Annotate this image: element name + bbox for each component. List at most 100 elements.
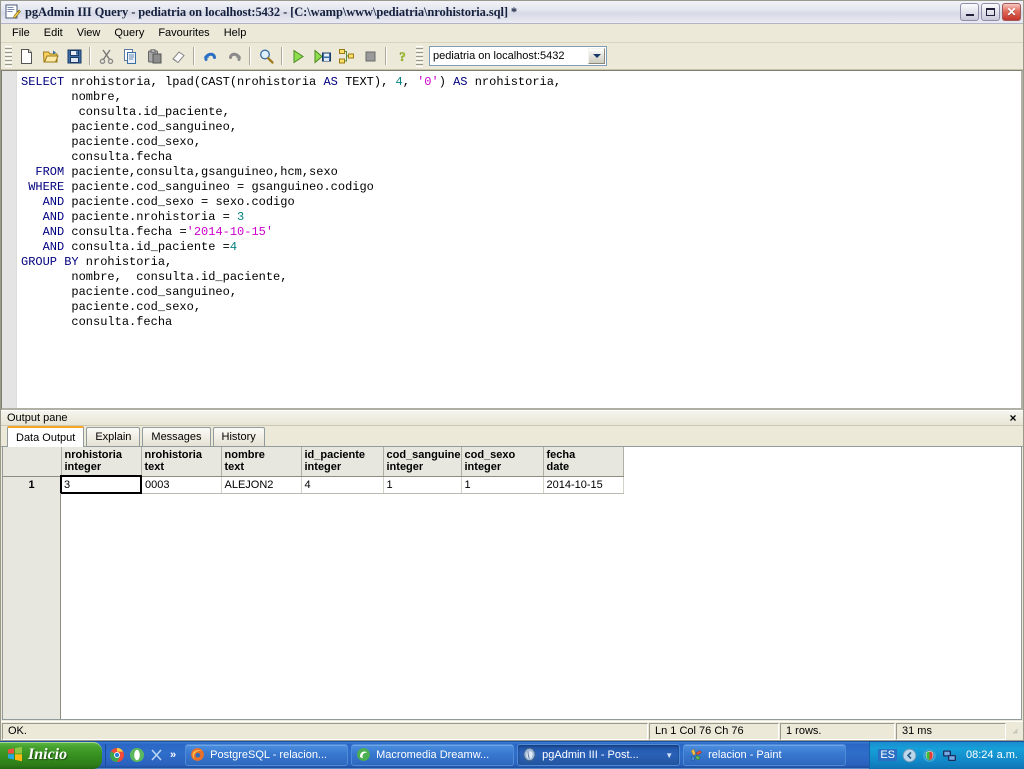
resize-grip[interactable]: [1007, 723, 1023, 740]
window-controls: ✕: [960, 3, 1021, 21]
paste-icon[interactable]: [142, 45, 166, 68]
toolbar-grip[interactable]: [5, 46, 12, 67]
task-button-paint[interactable]: relacion - Paint: [683, 744, 846, 766]
task-button-dreamweaver[interactable]: Macromedia Dreamw...: [351, 744, 514, 766]
minimize-button[interactable]: [960, 3, 979, 21]
open-file-icon[interactable]: [38, 45, 62, 68]
language-indicator[interactable]: ES: [878, 749, 897, 761]
chevron-down-icon[interactable]: [588, 48, 605, 64]
explain-icon[interactable]: [334, 45, 358, 68]
column-header-cod-sexo[interactable]: cod_sexo integer: [461, 447, 543, 476]
column-header-cod-sanguineo[interactable]: cod_sanguine integer: [383, 447, 461, 476]
column-header-nrohistoria-integer[interactable]: nrohistoria integer: [61, 447, 141, 476]
start-label: Inicio: [28, 746, 67, 764]
menu-edit[interactable]: Edit: [37, 24, 70, 42]
grid-row-header-gutter: [3, 493, 61, 719]
menu-favourites[interactable]: Favourites: [151, 24, 216, 42]
row-number[interactable]: 1: [3, 476, 61, 493]
chrome-icon[interactable]: [109, 747, 125, 763]
paint-icon: [688, 747, 704, 763]
cell-nombre[interactable]: ALEJON2: [221, 476, 301, 493]
help-icon[interactable]: ?: [390, 45, 414, 68]
sql-line: SELECT nrohistoria, lpad(CAST(nrohistori…: [21, 75, 1021, 90]
column-header-fecha[interactable]: fecha date: [543, 447, 623, 476]
execute-icon[interactable]: [286, 45, 310, 68]
column-header-nrohistoria-text[interactable]: nrohistoria text: [141, 447, 221, 476]
connection-value: pediatria on localhost:5432: [433, 50, 564, 62]
table-row[interactable]: 1 3 0003 ALEJON2 4 1 1 2014-10-15: [3, 476, 623, 493]
tab-history[interactable]: History: [213, 427, 265, 446]
column-header-id-paciente[interactable]: id_paciente integer: [301, 447, 383, 476]
connection-toolbar-grip[interactable]: [416, 46, 423, 67]
column-type: text: [225, 461, 298, 473]
stop-icon[interactable]: [358, 45, 382, 68]
copy-icon[interactable]: [118, 45, 142, 68]
column-name: id_paciente: [305, 449, 366, 461]
maximize-button[interactable]: [981, 3, 1000, 21]
eraser-icon[interactable]: [166, 45, 190, 68]
save-icon[interactable]: [62, 45, 86, 68]
undo-icon[interactable]: [198, 45, 222, 68]
tab-explain[interactable]: Explain: [86, 427, 140, 446]
sql-line: FROM paciente,consulta,gsanguineo,hcm,se…: [21, 165, 1021, 180]
task-button-list: PostgreSQL - relacion... Macromedia Drea…: [185, 744, 869, 766]
column-name: fecha: [547, 449, 576, 461]
tab-data-output[interactable]: Data Output: [7, 426, 84, 447]
start-button[interactable]: Inicio: [0, 742, 102, 769]
task-label: Macromedia Dreamw...: [376, 749, 489, 761]
sql-line: paciente.cod_sexo,: [21, 300, 1021, 315]
output-pane-header: Output pane ×: [1, 410, 1023, 426]
sql-line: nombre,: [21, 90, 1021, 105]
column-name: nombre: [225, 449, 265, 461]
menu-file[interactable]: File: [5, 24, 37, 42]
close-button[interactable]: ✕: [1002, 3, 1021, 21]
query-document-icon: [5, 4, 21, 20]
cell-nrohistoria-text[interactable]: 0003: [141, 476, 221, 493]
menu-bar: File Edit View Query Favourites Help: [1, 24, 1023, 43]
output-tab-strip: Data Output Explain Messages History: [1, 426, 1023, 447]
data-output-grid[interactable]: nrohistoria integer nrohistoria text nom…: [2, 447, 1022, 720]
windows-flag-icon: [6, 745, 24, 766]
cell-fecha[interactable]: 2014-10-15: [543, 476, 623, 493]
cut-icon[interactable]: [94, 45, 118, 68]
find-icon[interactable]: [254, 45, 278, 68]
column-name: nrohistoria: [65, 449, 122, 461]
menu-help[interactable]: Help: [217, 24, 254, 42]
execute-to-file-icon[interactable]: [310, 45, 334, 68]
new-file-icon[interactable]: [14, 45, 38, 68]
cell-id-paciente[interactable]: 4: [301, 476, 383, 493]
task-button-postgresql[interactable]: PostgreSQL - relacion...: [185, 744, 348, 766]
cell-nrohistoria-integer[interactable]: 3: [61, 476, 141, 493]
redo-icon[interactable]: [222, 45, 246, 68]
column-type: text: [145, 461, 218, 473]
menu-query[interactable]: Query: [107, 24, 151, 42]
network-icon[interactable]: [942, 748, 957, 763]
connection-dropdown[interactable]: pediatria on localhost:5432: [429, 46, 607, 66]
security-shield-icon[interactable]: [922, 748, 937, 763]
cell-cod-sexo[interactable]: 1: [461, 476, 543, 493]
sql-line: consulta.fecha: [21, 315, 1021, 330]
quick-launch-bar: »: [105, 744, 179, 767]
sql-editor[interactable]: SELECT nrohistoria, lpad(CAST(nrohistori…: [1, 70, 1023, 410]
tab-messages[interactable]: Messages: [142, 427, 210, 446]
task-label: relacion - Paint: [708, 749, 781, 761]
task-button-pgadmin[interactable]: pgAdmin III - Post... ▼: [517, 744, 680, 766]
sql-query-text[interactable]: SELECT nrohistoria, lpad(CAST(nrohistori…: [17, 71, 1021, 408]
show-hidden-icons-icon[interactable]: [902, 748, 917, 763]
grid-corner-cell[interactable]: [3, 447, 61, 476]
column-header-nombre[interactable]: nombre text: [221, 447, 301, 476]
quick-launch-more-icon[interactable]: »: [170, 749, 176, 761]
sql-line: consulta.fecha: [21, 150, 1021, 165]
task-group-chevron-icon[interactable]: ▼: [665, 751, 673, 760]
menu-view[interactable]: View: [70, 24, 108, 42]
opera-icon[interactable]: [129, 747, 145, 763]
column-name: cod_sanguine: [387, 449, 461, 461]
sql-line: AND paciente.nrohistoria = 3: [21, 210, 1021, 225]
cell-cod-sanguineo[interactable]: 1: [383, 476, 461, 493]
scissors-icon[interactable]: [149, 747, 165, 763]
close-icon[interactable]: ×: [1006, 411, 1020, 425]
clock[interactable]: 08:24 a.m.: [966, 749, 1018, 761]
column-type: integer: [305, 461, 380, 473]
status-bar: OK. Ln 1 Col 76 Ch 76 1 rows. 31 ms: [1, 721, 1023, 740]
title-bar: pgAdmin III Query - pediatria on localho…: [1, 1, 1023, 24]
